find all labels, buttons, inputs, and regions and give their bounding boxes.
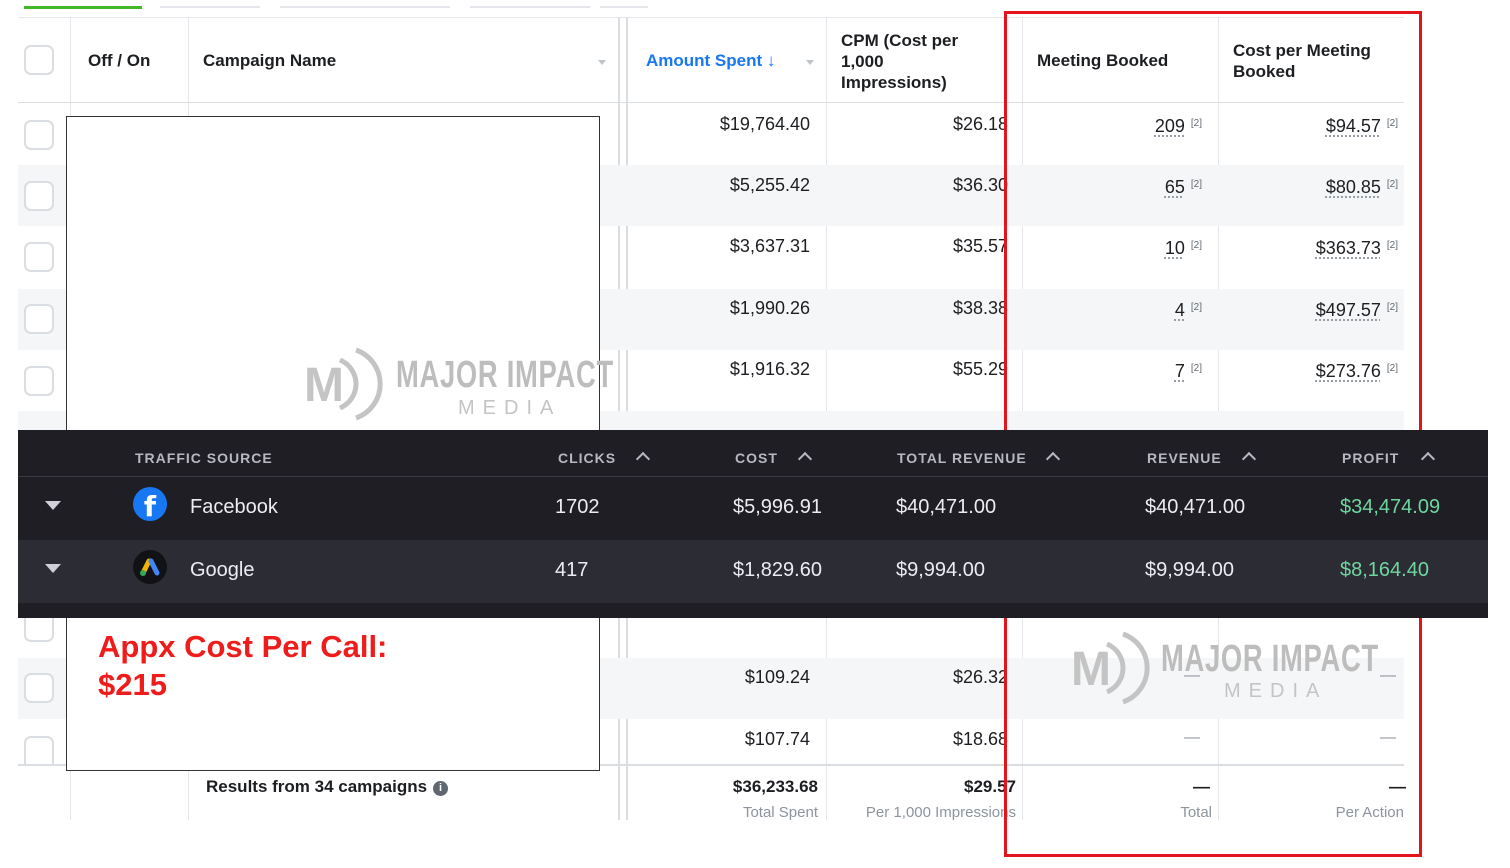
traffic-source-panel: TRAFFIC SOURCE CLICKS COST TOTAL REVENUE…: [18, 430, 1488, 618]
header-profit[interactable]: PROFIT: [1342, 450, 1399, 466]
header-clicks[interactable]: CLICKS: [558, 450, 616, 466]
cpm-cell: $38.38: [952, 298, 1008, 318]
amount-spent-cell: $19,764.40: [719, 114, 810, 134]
total-spent-value: $36,233.68: [732, 777, 818, 796]
total-spent-label: Total Spent: [742, 804, 818, 821]
traffic-source-name: Facebook: [190, 496, 278, 518]
info-icon[interactable]: i: [433, 781, 449, 796]
sort-up-icon[interactable]: [1045, 451, 1061, 467]
header-cost[interactable]: COST: [735, 450, 778, 466]
chevron-down-icon[interactable]: [806, 60, 814, 65]
profit-value: $8,164.40: [1340, 559, 1429, 581]
row-checkbox[interactable]: [24, 181, 54, 211]
total-revenue-value: $9,994.00: [896, 559, 985, 581]
traffic-row-google[interactable]: Google 417 $1,829.60 $9,994.00 $9,994.00…: [18, 540, 1488, 603]
tab-indicator-active[interactable]: [24, 0, 142, 9]
results-summary: Results from 34 campaigns i: [206, 777, 449, 797]
cost-value: $5,996.91: [733, 496, 822, 518]
expand-caret-icon[interactable]: [45, 501, 61, 510]
row-checkbox[interactable]: [24, 673, 54, 703]
cpm-cell: $18.68: [952, 729, 1008, 749]
row-checkbox[interactable]: [24, 304, 54, 334]
cost-value: $1,829.60: [733, 559, 822, 581]
clicks-value: 1702: [555, 496, 600, 518]
cpm-cell: $55.29: [952, 359, 1008, 379]
profit-value: $34,474.09: [1340, 496, 1441, 518]
header-traffic-source[interactable]: TRAFFIC SOURCE: [135, 450, 273, 466]
header-total-revenue[interactable]: TOTAL REVENUE: [897, 450, 1027, 466]
header-campaign-name[interactable]: Campaign Name: [203, 50, 336, 71]
tab-indicator[interactable]: [160, 0, 260, 8]
sort-up-icon[interactable]: [797, 451, 813, 467]
amount-spent-cell: $107.74: [744, 729, 810, 749]
amount-spent-cell: $109.24: [744, 667, 810, 687]
amount-spent-cell: $1,990.26: [729, 298, 810, 318]
sort-up-icon[interactable]: [635, 451, 651, 467]
row-checkbox[interactable]: [24, 120, 54, 150]
row-checkbox[interactable]: [24, 242, 54, 272]
chevron-down-icon[interactable]: [598, 60, 606, 65]
sort-up-icon[interactable]: [1420, 451, 1436, 467]
amount-spent-cell: $1,916.32: [729, 359, 810, 379]
traffic-row-facebook[interactable]: f Facebook 1702 $5,996.91 $40,471.00 $40…: [18, 477, 1488, 540]
watermark-subtitle: MEDIA: [458, 397, 562, 419]
footer-cpm-label: Per 1,000 Impressions: [865, 804, 1016, 821]
watermark-title: MAJOR IMPACT: [396, 354, 614, 396]
cpm-cell: $36.30: [952, 175, 1008, 195]
sort-up-icon[interactable]: [1241, 451, 1257, 467]
tab-indicator[interactable]: [280, 0, 450, 8]
header-amount-spent[interactable]: Amount Spent ↓: [646, 50, 775, 71]
watermark-arcs-icon: [338, 347, 383, 421]
cpm-cell: $26.18: [952, 114, 1008, 134]
total-revenue-value: $40,471.00: [896, 496, 997, 518]
traffic-source-name: Google: [190, 559, 255, 581]
cost-per-call-annotation: Appx Cost Per Call: $215: [98, 629, 388, 702]
clicks-value: 417: [555, 559, 589, 581]
expand-caret-icon[interactable]: [45, 564, 61, 573]
cpm-cell: $26.32: [952, 667, 1008, 687]
row-checkbox[interactable]: [24, 366, 54, 396]
amount-spent-cell: $5,255.42: [729, 175, 810, 195]
header-revenue[interactable]: REVENUE: [1147, 450, 1222, 466]
facebook-icon: f: [133, 487, 167, 521]
row-checkbox[interactable]: [24, 736, 54, 764]
tab-indicator[interactable]: [470, 0, 590, 8]
revenue-value: $9,994.00: [1145, 559, 1234, 581]
amount-spent-cell: $3,637.31: [729, 236, 810, 256]
row-checkbox[interactable]: [24, 618, 54, 642]
header-cpm[interactable]: CPM (Cost per 1,000 Impressions): [841, 30, 958, 93]
google-ads-icon: [133, 550, 167, 584]
select-all-checkbox[interactable]: [24, 45, 54, 75]
revenue-value: $40,471.00: [1145, 496, 1246, 518]
header-off-on[interactable]: Off / On: [88, 50, 150, 71]
traffic-panel-header: TRAFFIC SOURCE CLICKS COST TOTAL REVENUE…: [18, 430, 1488, 477]
tab-indicator[interactable]: [600, 0, 648, 8]
cpm-cell: $35.57: [952, 236, 1008, 256]
